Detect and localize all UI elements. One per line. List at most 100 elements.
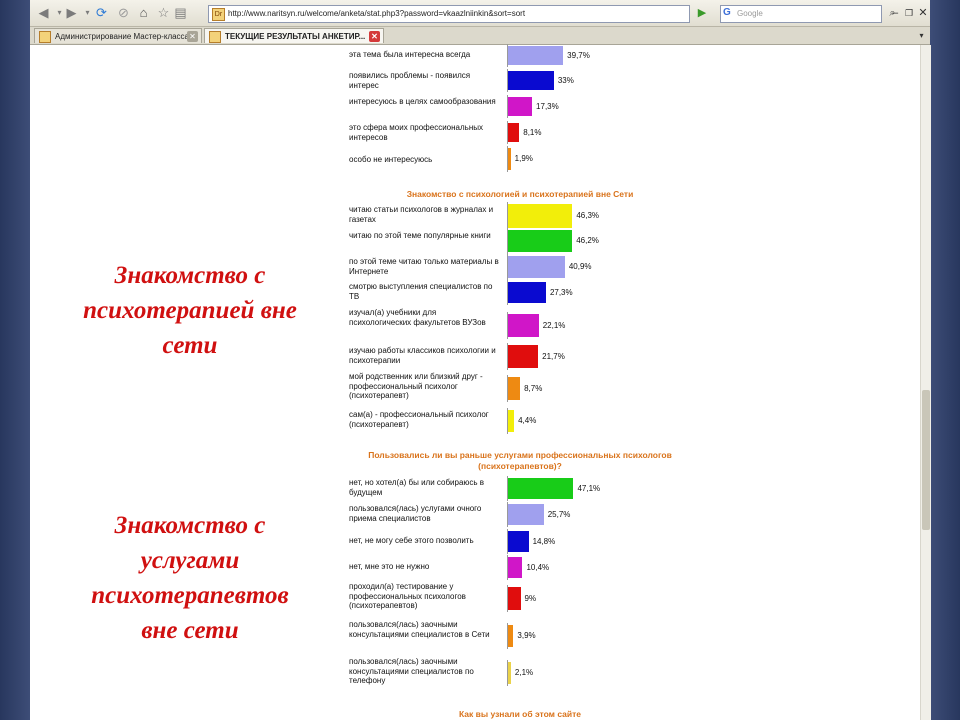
answer-percent: 14,8% (532, 536, 556, 546)
answer-label: читаю статьи психологов в журналах и газ… (349, 205, 494, 224)
answer-bar (508, 377, 521, 400)
reload-icon[interactable]: ⟳ (94, 5, 109, 20)
answer-bar (508, 204, 573, 228)
answer-label: интересуюсь в целях самообразования (349, 97, 496, 106)
answer-bar (508, 46, 564, 65)
answer-bar (508, 148, 511, 170)
answer-bar (508, 504, 544, 525)
tab-results[interactable]: ТЕКУЩИЕ РЕЗУЛЬТАТЫ АНКЕТИР... ✕ (204, 28, 384, 43)
caption-line: услугами (140, 547, 240, 574)
tab-bar: Администрирование Мастер-класса ... ✕ ТЕ… (30, 27, 930, 45)
answer-label: мой родственник или близкий друг - профе… (349, 372, 483, 400)
answer-label: изучаю работы классиков психологии и пси… (349, 346, 496, 365)
google-icon: G (723, 7, 731, 18)
answer-label: смотрю выступления специалистов по ТВ (349, 282, 493, 301)
go-button[interactable]: ▶ (694, 5, 710, 21)
answer-percent: 2,1% (514, 668, 534, 677)
caption-out-of-net-services: Знакомство с услугами психотерапевтов вн… (35, 508, 345, 648)
caption-line: сети (162, 332, 218, 359)
search-placeholder: Google (737, 9, 763, 18)
tab-admin[interactable]: Администрирование Мастер-класса ... ✕ (34, 28, 202, 43)
survey-question-title: Пользовались ли вы раньше услугами профе… (368, 450, 672, 471)
forward-dropdown-icon[interactable]: ▾ (80, 5, 95, 20)
close-window-icon[interactable]: ✕ (916, 6, 930, 20)
answer-percent: 4,4% (518, 416, 537, 425)
answer-label: нет, но хотел(а) бы или собираюсь в буду… (349, 478, 485, 497)
answer-label: сам(а) - профессиональный психолог (псих… (349, 410, 489, 429)
answer-percent: 3,9% (517, 631, 536, 640)
restore-icon[interactable]: ❐ (902, 6, 916, 20)
tab-label: Администрирование Мастер-класса ... (55, 32, 198, 41)
tab-list-chevron-icon[interactable]: ▾ (914, 28, 929, 43)
answer-bar (508, 662, 511, 684)
answer-percent: 39,7% (567, 50, 590, 60)
close-tab-icon[interactable]: ✕ (369, 31, 380, 42)
answer-bar (508, 282, 546, 303)
survey-question-title: Знакомство с психологией и психотерапией… (406, 189, 634, 199)
tab-label: ТЕКУЩИЕ РЕЗУЛЬТАТЫ АНКЕТИР... (225, 32, 366, 41)
answer-percent: 10,4% (526, 562, 550, 572)
answer-label: пользовался(лась) заочными консультациям… (349, 620, 490, 639)
close-tab-icon[interactable]: ✕ (187, 31, 198, 42)
site-favicon-icon: Dr (212, 8, 225, 21)
answer-bar (508, 410, 515, 432)
answer-percent: 40,9% (568, 262, 592, 271)
answer-label: изучал(а) учебники для психологических ф… (349, 308, 486, 327)
tab-favicon-icon (39, 31, 51, 43)
browser-toolbar: ◀ ▾ ▶ ▾ ⟳ ⊘ ⌂ ☆ ▤ Dr http://www.naritsyn.… (30, 0, 930, 27)
answer-bar (508, 256, 565, 278)
caption-line: Знакомство с (114, 512, 266, 539)
minimize-icon[interactable]: – (888, 6, 902, 20)
answer-bar (508, 97, 533, 116)
answer-percent: 9% (524, 593, 537, 603)
answer-percent: 21,7% (542, 351, 565, 361)
answer-percent: 33% (557, 75, 574, 85)
answer-bar (508, 557, 523, 578)
caption-line: психотерапией вне (83, 297, 297, 324)
answer-percent: 8,1% (523, 127, 542, 137)
answer-label: пользовался(лась) услугами очного приема… (349, 504, 482, 523)
caption-out-of-net-psychotherapy: Знакомство с психотерапией вне сети (35, 258, 345, 363)
caption-line: психотерапевтов (91, 582, 289, 609)
answer-bar (508, 123, 520, 142)
answer-label: проходил(а) тестирование у профессиональ… (349, 582, 466, 610)
answer-bar (508, 531, 529, 552)
forward-icon[interactable]: ▶ (64, 5, 79, 20)
answer-percent: 22,1% (542, 320, 566, 330)
scroll-thumb[interactable] (922, 390, 930, 530)
answer-label: эта тема была интересна всегда (349, 50, 471, 59)
answer-bar (508, 478, 574, 499)
answer-percent: 27,3% (549, 287, 573, 297)
answer-bar (508, 625, 514, 647)
answer-label: это сфера моих профессиональных интересо… (349, 123, 483, 142)
bookmarks-icon[interactable]: ☆ (156, 5, 171, 20)
answer-percent: 46,3% (576, 211, 600, 220)
answer-label: появились проблемы - появился интерес (349, 71, 471, 90)
answer-percent: 47,1% (577, 483, 601, 493)
survey-question-title: Как вы узнали об этом сайте (458, 709, 581, 719)
address-url: http://www.naritsyn.ru/welcome/anketa/st… (228, 9, 526, 18)
history-icon[interactable]: ▤ (173, 5, 188, 20)
answer-percent: 8,7% (524, 383, 543, 393)
answer-label: нет, не могу себе этого позволить (349, 536, 474, 545)
vertical-scrollbar[interactable] (920, 45, 931, 720)
caption-line: вне сети (141, 617, 239, 644)
tab-favicon-icon (209, 31, 221, 43)
answer-percent: 1,9% (514, 154, 533, 163)
back-icon[interactable]: ◀ (36, 5, 51, 20)
caption-line: Знакомство с (114, 262, 266, 289)
answer-bar (508, 314, 539, 337)
answer-label: читаю по этой теме популярные книги (349, 231, 491, 240)
answer-label: нет, мне это не нужно (349, 562, 430, 571)
answer-percent: 46,2% (576, 236, 599, 245)
answer-bar (508, 345, 539, 368)
answer-label: пользовался(лась) заочными консультациям… (349, 657, 474, 685)
home-icon[interactable]: ⌂ (136, 5, 151, 20)
answer-label: по этой теме читаю только материалы в Ин… (349, 257, 499, 276)
answer-percent: 25,7% (547, 509, 571, 519)
stop-icon[interactable]: ⊘ (116, 5, 131, 20)
address-bar[interactable]: Dr http://www.naritsyn.ru/welcome/anketa/… (208, 5, 690, 23)
search-box[interactable]: G Google (720, 5, 882, 23)
answer-bar (508, 71, 554, 90)
answer-bar (508, 587, 521, 610)
